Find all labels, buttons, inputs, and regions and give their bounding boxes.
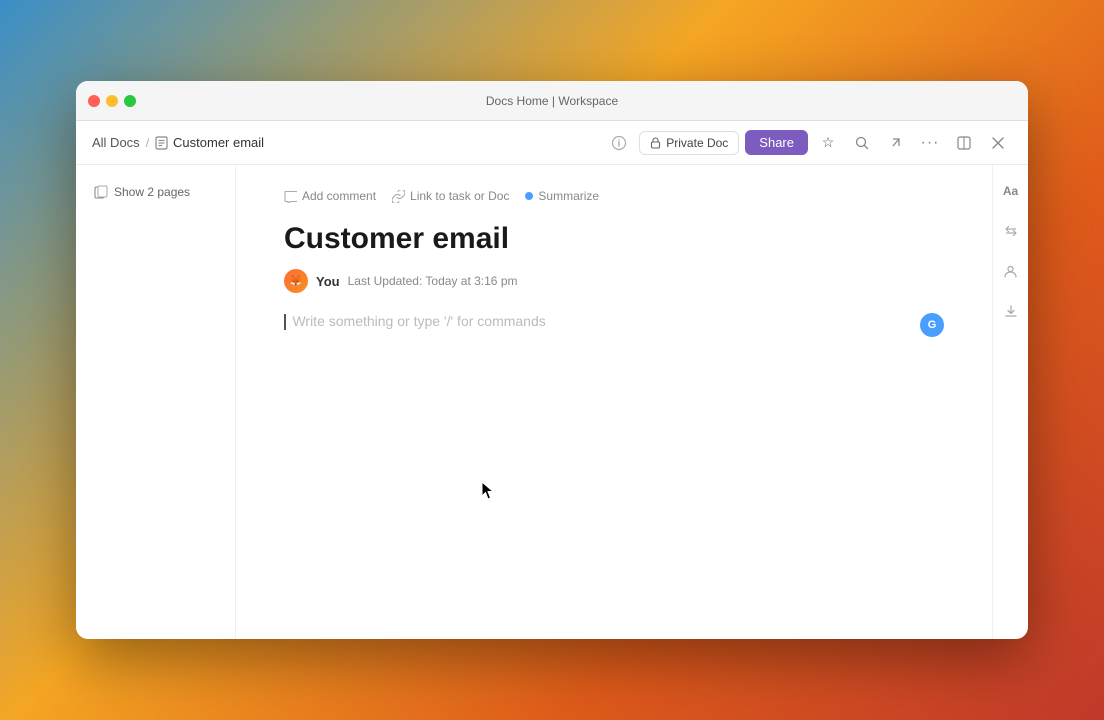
lock-icon — [650, 137, 661, 149]
ai-label: G — [928, 319, 937, 331]
breadcrumb-all-docs[interactable]: All Docs — [92, 135, 140, 150]
editor-cursor — [284, 314, 286, 330]
minimize-traffic-light[interactable] — [106, 95, 118, 107]
traffic-lights — [88, 95, 136, 107]
ai-bubble[interactable]: G — [920, 313, 944, 337]
breadcrumb-doc-name: Customer email — [173, 135, 264, 150]
pages-icon — [94, 185, 108, 199]
text-format-icon: Aa — [1003, 184, 1018, 198]
link-task-action[interactable]: Link to task or Doc — [392, 189, 509, 203]
title-bar: Docs Home | Workspace — [76, 81, 1028, 121]
summarize-label: Summarize — [538, 189, 599, 203]
more-icon: ··· — [921, 134, 940, 152]
breadcrumb-separator: / — [146, 136, 149, 150]
add-comment-label: Add comment — [302, 189, 376, 203]
info-button[interactable] — [605, 129, 633, 157]
meta-author: You — [316, 274, 340, 289]
text-format-button[interactable]: Aa — [997, 177, 1025, 205]
maximize-traffic-light[interactable] — [124, 95, 136, 107]
meta-last-updated: Last Updated: Today at 3:16 pm — [348, 274, 518, 288]
link-task-label: Link to task or Doc — [410, 189, 509, 203]
private-doc-button[interactable]: Private Doc — [639, 131, 739, 155]
breadcrumb-current: Customer email — [155, 135, 264, 150]
toolbar-actions: Private Doc Share ☆ ··· — [605, 129, 1012, 157]
editor-placeholder: Write something or type '/' for commands — [292, 313, 545, 329]
summarize-dot — [525, 192, 533, 200]
people-button[interactable] — [997, 257, 1025, 285]
document-title: Customer email — [284, 221, 944, 257]
editor-toolbar: Add comment Link to task or Doc Summariz… — [284, 189, 944, 203]
split-icon — [957, 136, 971, 150]
export-icon — [889, 136, 903, 150]
more-button[interactable]: ··· — [916, 129, 944, 157]
private-doc-label: Private Doc — [666, 136, 728, 150]
share-button[interactable]: Share — [745, 130, 808, 155]
people-icon — [1003, 264, 1018, 279]
toolbar: All Docs / Customer email — [76, 121, 1028, 165]
export-button[interactable] — [882, 129, 910, 157]
star-button[interactable]: ☆ — [814, 129, 842, 157]
right-sidebar: Aa — [992, 165, 1028, 639]
info-icon — [611, 135, 627, 151]
breadcrumb: All Docs / Customer email — [92, 135, 597, 150]
search-icon — [855, 136, 869, 150]
star-icon: ☆ — [822, 134, 835, 151]
avatar: 🦊 — [284, 269, 308, 293]
close-button[interactable] — [984, 129, 1012, 157]
link-icon — [392, 190, 405, 203]
avatar-emoji: 🦊 — [290, 276, 302, 287]
show-pages-label: Show 2 pages — [114, 185, 190, 199]
editor-area[interactable]: Add comment Link to task or Doc Summariz… — [236, 165, 992, 639]
add-comment-action[interactable]: Add comment — [284, 189, 376, 203]
editor-content[interactable]: Write something or type '/' for commands… — [284, 313, 944, 513]
download-icon — [1004, 304, 1018, 318]
close-traffic-light[interactable] — [88, 95, 100, 107]
close-icon — [992, 137, 1004, 149]
left-sidebar: Show 2 pages — [76, 165, 236, 639]
window-title: Docs Home | Workspace — [486, 94, 618, 108]
app-window: Docs Home | Workspace All Docs / Custome… — [76, 81, 1028, 639]
search-button[interactable] — [848, 129, 876, 157]
resize-icon — [1004, 224, 1018, 238]
comment-icon — [284, 190, 297, 203]
doc-icon — [155, 136, 168, 150]
document-meta: 🦊 You Last Updated: Today at 3:16 pm — [284, 269, 944, 293]
show-pages-button[interactable]: Show 2 pages — [88, 181, 223, 203]
split-button[interactable] — [950, 129, 978, 157]
summarize-action[interactable]: Summarize — [525, 189, 599, 203]
resize-button[interactable] — [997, 217, 1025, 245]
download-button[interactable] — [997, 297, 1025, 325]
main-content: Show 2 pages Add comment Link t — [76, 165, 1028, 639]
